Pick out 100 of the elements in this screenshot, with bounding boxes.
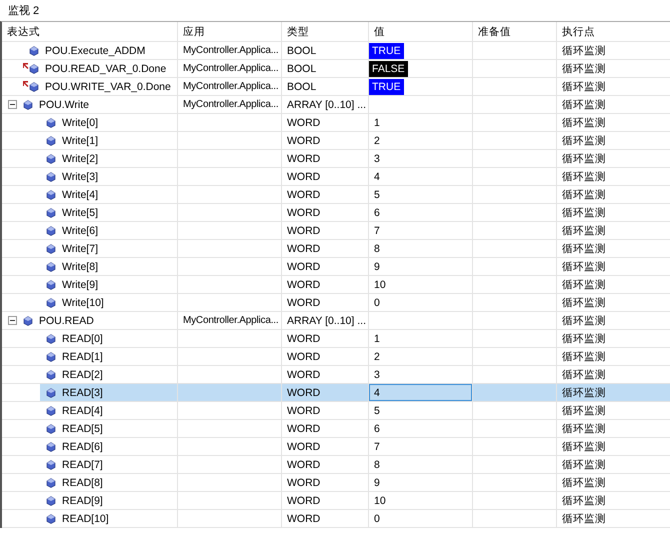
table-row[interactable]: POU.READ_VAR_0.Done MyController.Applica... BOOL FALSE 循环监测 (2, 60, 670, 78)
value-text: 1 (373, 332, 381, 346)
table-row[interactable]: Write[10] WORD 0 循环监测 (2, 294, 670, 312)
table-row[interactable]: READ[3] WORD 4 循环监测 (2, 384, 670, 402)
expression-text: Write[3] (62, 170, 98, 182)
table-row[interactable]: Write[5] WORD 6 循环监测 (2, 204, 670, 222)
table-row[interactable]: READ[6] WORD 7 循环监测 (2, 438, 670, 456)
column-header[interactable]: 表达式 (7, 24, 40, 38)
execution-point-text: 循环监测 (562, 62, 606, 76)
variable-icon (46, 226, 56, 236)
value-text: 4 (369, 384, 472, 401)
table-row[interactable]: READ[0] WORD 1 循环监测 (2, 330, 670, 348)
table-row[interactable]: READ[7] WORD 8 循环监测 (2, 456, 670, 474)
type-text: WORD (287, 458, 320, 470)
window-title: 监视 2 (8, 4, 40, 18)
execution-point-text: 循环监测 (562, 440, 606, 454)
application-text: MyController.Applica... (183, 81, 278, 92)
variable-icon (46, 370, 56, 380)
table-row[interactable]: READ[1] WORD 2 循环监测 (2, 348, 670, 366)
value-text: 1 (373, 116, 381, 130)
execution-point-text: 循环监测 (562, 458, 606, 472)
execution-point-text: 循环监测 (562, 314, 606, 328)
value-badge: TRUE (369, 42, 404, 58)
expression-text: READ[5] (62, 422, 103, 434)
table-row[interactable]: Write[4] WORD 5 循环监测 (2, 186, 670, 204)
expression-text: READ[0] (62, 332, 103, 344)
collapse-icon[interactable] (8, 316, 17, 325)
variable-icon (46, 478, 56, 488)
table-row[interactable]: Write[8] WORD 9 循环监测 (2, 258, 670, 276)
type-text: WORD (287, 188, 320, 200)
variable-icon (46, 172, 56, 182)
execution-point-text: 循环监测 (562, 332, 606, 346)
application-text: MyController.Applica... (183, 315, 278, 326)
variable-icon (46, 460, 56, 470)
table-row[interactable]: POU.Write MyController.Applica... ARRAY [0..10] ... 循环监测 (2, 96, 670, 114)
type-text: WORD (287, 494, 320, 506)
type-text: WORD (287, 206, 320, 218)
column-header[interactable]: 执行点 (562, 24, 595, 38)
expression-text: READ[3] (62, 386, 103, 398)
execution-point-text: 循环监测 (562, 224, 606, 238)
execution-point-text: 循环监测 (562, 404, 606, 418)
table-row[interactable]: Write[6] WORD 7 循环监测 (2, 222, 670, 240)
variable-icon (29, 82, 39, 92)
table-row[interactable]: READ[4] WORD 5 循环监测 (2, 402, 670, 420)
table-row[interactable]: Write[1] WORD 2 循环监测 (2, 132, 670, 150)
collapse-icon[interactable] (8, 100, 17, 109)
type-text: WORD (287, 296, 320, 308)
variable-icon (46, 280, 56, 290)
variable-icon (46, 388, 56, 398)
value-text: 6 (373, 206, 381, 220)
table-row[interactable]: Write[9] WORD 10 循环监测 (2, 276, 670, 294)
variable-icon (46, 496, 56, 506)
type-text: WORD (287, 242, 320, 254)
execution-point-text: 循环监测 (562, 188, 606, 202)
expression-text: Write[1] (62, 134, 98, 146)
value-text: 5 (373, 188, 381, 202)
variable-icon (46, 244, 56, 254)
expression-text: Write[7] (62, 242, 98, 254)
variable-icon (29, 46, 39, 56)
expression-text: Write[8] (62, 260, 98, 272)
value-text: 3 (373, 152, 381, 166)
value-text: 8 (373, 242, 381, 256)
variable-icon (46, 298, 56, 308)
table-row[interactable]: READ[9] WORD 10 循环监测 (2, 492, 670, 510)
table-row[interactable]: POU.READ MyController.Applica... ARRAY [0..10] ... 循环监测 (2, 312, 670, 330)
type-text: WORD (287, 224, 320, 236)
variable-icon (46, 442, 56, 452)
type-text: WORD (287, 422, 320, 434)
table-row[interactable]: Write[2] WORD 3 循环监测 (2, 150, 670, 168)
expression-text: POU.READ (39, 314, 94, 326)
type-text: BOOL (287, 80, 316, 92)
value-text: 8 (373, 458, 381, 472)
value-text: 10 (373, 494, 387, 508)
value-text: 10 (373, 278, 387, 292)
expression-text: Write[4] (62, 188, 98, 200)
type-text: WORD (287, 170, 320, 182)
value-text: 6 (373, 422, 381, 436)
value-text: 2 (373, 134, 381, 148)
table-row[interactable]: READ[5] WORD 6 循环监测 (2, 420, 670, 438)
table-row[interactable]: Write[0] WORD 1 循环监测 (2, 114, 670, 132)
column-header[interactable]: 值 (374, 24, 385, 38)
execution-point-text: 循环监测 (562, 386, 606, 400)
table-row[interactable]: POU.Execute_ADDM MyController.Applica... BOOL TRUE 循环监测 (2, 42, 670, 60)
column-header[interactable]: 应用 (183, 24, 205, 38)
type-text: WORD (287, 332, 320, 344)
expression-text: READ[6] (62, 440, 103, 452)
column-header[interactable]: 类型 (287, 24, 309, 38)
expression-text: Write[9] (62, 278, 98, 290)
table-row[interactable]: Write[7] WORD 8 循环监测 (2, 240, 670, 258)
expression-text: READ[1] (62, 350, 103, 362)
expression-text: READ[10] (62, 512, 109, 524)
column-header[interactable]: 准备值 (478, 24, 511, 38)
execution-point-text: 循环监测 (562, 260, 606, 274)
table-row[interactable]: Write[3] WORD 4 循环监测 (2, 168, 670, 186)
expression-text: POU.Write (39, 98, 89, 110)
table-row[interactable]: READ[10] WORD 0 循环监测 (2, 510, 670, 528)
table-row[interactable]: POU.WRITE_VAR_0.Done MyController.Applica... BOOL TRUE 循环监测 (2, 78, 670, 96)
type-text: WORD (287, 404, 320, 416)
type-text: WORD (287, 116, 320, 128)
table-row[interactable]: READ[8] WORD 9 循环监测 (2, 474, 670, 492)
